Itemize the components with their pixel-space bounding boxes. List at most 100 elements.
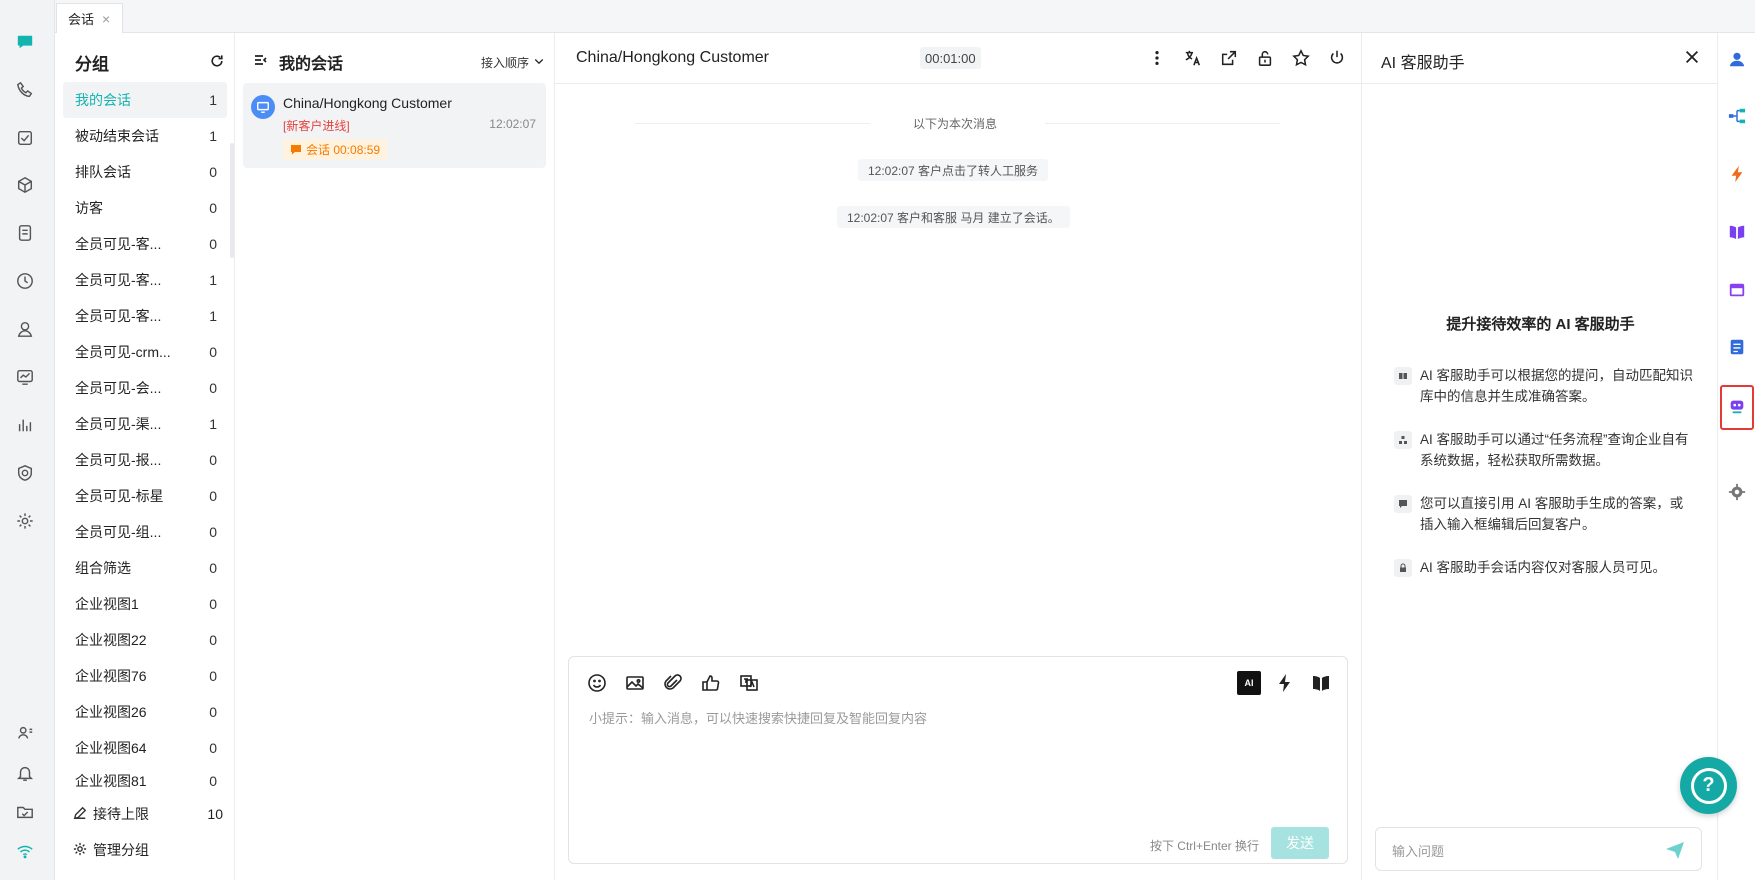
flow-icon — [1394, 431, 1412, 449]
conversation-name: China/Hongkong Customer — [283, 95, 452, 111]
power-icon[interactable] — [1326, 47, 1348, 69]
cube-icon[interactable] — [14, 174, 36, 196]
tab-label: 会话 — [68, 12, 95, 27]
group-item[interactable]: 被动结束会话 1 — [63, 118, 227, 154]
contacts-icon[interactable] — [14, 318, 36, 340]
group-item[interactable]: 全员可见-crm... 0 — [63, 334, 227, 370]
ai-reply-icon[interactable]: AI — [1237, 671, 1261, 695]
message-divider: 以下为本次消息 — [912, 117, 997, 131]
group-item[interactable]: 企业视图1 0 — [63, 586, 227, 622]
group-scrollbar[interactable] — [230, 143, 234, 258]
monitor-chart-icon[interactable] — [14, 366, 36, 388]
tab-close-icon[interactable]: × — [102, 11, 110, 27]
group-item[interactable]: 组合筛选 0 — [63, 550, 227, 586]
settings-icon[interactable] — [14, 510, 36, 532]
calendar-window-icon[interactable] — [1726, 279, 1748, 301]
quick-reply-icon[interactable] — [1273, 671, 1297, 695]
group-item-count: 0 — [209, 560, 217, 576]
group-item-count: 0 — [209, 452, 217, 468]
document-icon[interactable] — [14, 222, 36, 244]
image-icon[interactable] — [623, 671, 647, 695]
chat-icon[interactable] — [14, 31, 36, 53]
group-item[interactable]: 全员可见-渠... 1 — [63, 406, 227, 442]
group-item[interactable]: 企业视图64 0 — [63, 730, 227, 766]
bar-chart-icon[interactable] — [14, 414, 36, 436]
close-icon[interactable] — [1683, 48, 1703, 68]
agent-status-icon[interactable] — [14, 722, 36, 744]
shield-search-icon[interactable] — [14, 462, 36, 484]
help-button[interactable]: ? — [1680, 757, 1737, 814]
lock-icon — [1394, 559, 1412, 577]
group-item[interactable]: 访客 0 — [63, 190, 227, 226]
conversation-duration: 会话 00:08:59 — [306, 143, 381, 157]
group-item[interactable]: 企业视图26 0 — [63, 694, 227, 730]
group-item[interactable]: 企业视图22 0 — [63, 622, 227, 658]
notes-icon[interactable] — [1726, 336, 1748, 358]
group-item-label: 组合筛选 — [75, 560, 131, 576]
collapse-menu-icon[interactable] — [253, 52, 269, 73]
group-item[interactable]: 全员可见-客... 1 — [63, 262, 227, 298]
knowledge-base-icon[interactable] — [1726, 221, 1748, 243]
group-item[interactable]: 全员可见-会... 0 — [63, 370, 227, 406]
ai-robot-icon[interactable] — [1726, 395, 1748, 417]
ai-feature-text: AI 客服助手可以通过“任务流程”查询企业自有系统数据，轻松获取所需数据。 — [1420, 432, 1689, 468]
settings-gear-icon[interactable] — [1726, 481, 1748, 503]
group-item[interactable]: 我的会话 1 — [63, 82, 227, 118]
group-list: 我的会话 1 被动结束会话 1 排队会话 0 访客 0 全员可见-客... 0 全员可见-… — [63, 82, 227, 796]
customer-profile-icon[interactable] — [1726, 48, 1748, 70]
wifi-icon[interactable] — [14, 840, 36, 862]
group-item[interactable]: 排队会话 0 — [63, 154, 227, 190]
pen-icon — [73, 806, 87, 823]
refresh-icon[interactable] — [209, 53, 225, 72]
group-item-count: 0 — [209, 488, 217, 504]
composer-toolbar-right: AI — [1237, 671, 1333, 695]
group-item[interactable]: 企业视图81 0 — [63, 766, 227, 796]
group-item[interactable]: 全员可见-标星 0 — [63, 478, 227, 514]
translate-box-icon[interactable] — [737, 671, 761, 695]
group-item-count: 1 — [209, 308, 217, 324]
conversation-item[interactable]: China/Hongkong Customer [新客户进线] 12:02:07… — [243, 83, 546, 168]
monitor-icon — [257, 101, 269, 113]
thumbs-up-icon[interactable] — [699, 671, 723, 695]
reception-limit[interactable]: 接待上限 10 — [73, 799, 223, 829]
workflow-icon[interactable] — [1726, 105, 1748, 127]
send-button[interactable]: 发送 — [1271, 827, 1329, 859]
folder-check-icon[interactable] — [14, 801, 36, 823]
task-icon[interactable] — [14, 127, 36, 149]
group-title: 分组 — [75, 54, 109, 74]
manage-groups[interactable]: 管理分组 — [73, 835, 223, 865]
translate-icon[interactable] — [1182, 47, 1204, 69]
group-item[interactable]: 全员可见-报... 0 — [63, 442, 227, 478]
tab-conversations[interactable]: 会话 × — [56, 3, 124, 33]
emoji-icon[interactable] — [585, 671, 609, 695]
session-timer: 00:01:00 — [920, 47, 981, 69]
group-item-label: 我的会话 — [75, 92, 131, 108]
attachment-icon[interactable] — [661, 671, 685, 695]
right-tool-rail — [1718, 33, 1755, 880]
transfer-icon[interactable] — [1218, 47, 1240, 69]
group-item-label: 全员可见-客... — [75, 272, 162, 288]
ai-input-placeholder: 输入问题 — [1392, 844, 1445, 859]
bell-icon[interactable] — [14, 762, 36, 784]
ai-question-input[interactable]: 输入问题 — [1375, 827, 1702, 871]
group-item[interactable]: 全员可见-组... 0 — [63, 514, 227, 550]
send-plane-icon[interactable] — [1665, 840, 1685, 860]
more-icon[interactable] — [1146, 47, 1168, 69]
book-icon — [1394, 367, 1412, 385]
group-item[interactable]: 全员可见-客... 1 — [63, 298, 227, 334]
group-item[interactable]: 全员可见-客... 0 — [63, 226, 227, 262]
group-item[interactable]: 企业视图76 0 — [63, 658, 227, 694]
group-item-count: 0 — [209, 524, 217, 540]
lightning-icon[interactable] — [1726, 163, 1748, 185]
group-item-count: 1 — [209, 128, 217, 144]
unlock-icon[interactable] — [1254, 47, 1276, 69]
star-icon[interactable] — [1290, 47, 1312, 69]
group-item-label: 访客 — [75, 200, 103, 216]
clock-icon[interactable] — [14, 270, 36, 292]
knowledge-book-icon[interactable] — [1309, 671, 1333, 695]
message-input[interactable]: 小提示：输入消息，可以快速搜索快捷回复及智能回复内容 — [589, 708, 927, 727]
phone-icon[interactable] — [14, 79, 36, 101]
group-item-label: 全员可见-crm... — [75, 344, 171, 360]
ai-feature-text: AI 客服助手会话内容仅对客服人员可见。 — [1420, 560, 1667, 575]
sort-dropdown[interactable]: 接入顺序 — [481, 54, 545, 71]
